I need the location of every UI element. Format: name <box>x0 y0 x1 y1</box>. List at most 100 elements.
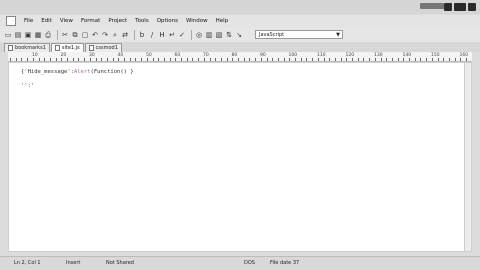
print-icon[interactable]: ⎙ <box>44 31 52 39</box>
menu-edit[interactable]: Edit <box>37 18 56 24</box>
ruler-tick <box>38 58 40 61</box>
status-sharing: Not Shared <box>106 260 134 266</box>
save-all-icon[interactable]: ▦ <box>34 31 42 39</box>
help-icon[interactable]: ↘ <box>235 31 243 39</box>
ruler-tick <box>124 58 125 61</box>
new-file-icon[interactable]: ▭ <box>4 31 12 39</box>
ruler-tick <box>203 58 205 61</box>
word-wrap-icon[interactable]: ↵ <box>168 31 176 39</box>
editor-pane[interactable]: {'Hide_message':Alert(Function() } '':' <box>8 62 472 252</box>
ruler-tick <box>380 58 382 61</box>
tab-bookmarks[interactable]: bookmarks1 <box>4 43 50 52</box>
ruler-tick <box>209 58 211 61</box>
language-select-value: JavaScript <box>259 32 285 38</box>
redo-icon[interactable]: ↷ <box>101 31 109 39</box>
ruler-tick <box>186 58 188 61</box>
ruler-tick <box>181 58 182 61</box>
ruler-tick <box>346 58 348 61</box>
ruler-tick <box>369 58 371 61</box>
ruler-tick <box>391 58 393 61</box>
ruler-tick <box>283 58 285 61</box>
hex-icon[interactable]: H <box>158 31 166 39</box>
document-icon <box>54 45 60 51</box>
ruler-tick <box>112 58 114 61</box>
menu-tools[interactable]: Tools <box>131 18 153 24</box>
ruler-tick <box>243 58 245 61</box>
ruler-tick <box>215 58 217 61</box>
save-icon[interactable]: ▣ <box>24 31 32 39</box>
document-tab-strip: bookmarks1 site1.js cssmod1 <box>0 42 480 52</box>
menu-file[interactable]: File <box>20 18 37 24</box>
ruler-tick <box>363 58 365 61</box>
open-folder-icon[interactable]: ▤ <box>14 31 22 39</box>
ruler-tick <box>329 58 331 61</box>
ruler-tick <box>386 58 388 61</box>
tab-label: cssmod1 <box>95 45 118 51</box>
status-bar: Ln 2, Col 1 Insert Not Shared DOS File d… <box>0 256 480 269</box>
code-line-1: {'Hide_message':Alert(Function() } <box>21 69 134 75</box>
ruler-tick <box>466 58 467 61</box>
ruler-tick <box>44 58 46 61</box>
bold-icon[interactable]: b <box>138 31 146 39</box>
minimize-button[interactable] <box>444 3 452 11</box>
undo-icon[interactable]: ↶ <box>91 31 99 39</box>
menu-bar: File Edit View Format Project Tools Opti… <box>0 15 480 27</box>
ruler-tick <box>397 58 399 61</box>
language-select[interactable]: JavaScript ▼ <box>255 30 343 39</box>
ruler-tick <box>409 58 410 61</box>
ruler-tick <box>15 58 17 61</box>
ruler-tick <box>152 58 154 61</box>
ruler-tick <box>312 58 314 61</box>
ruler-tick <box>374 58 376 61</box>
menu-format[interactable]: Format <box>77 18 104 24</box>
toolbar-separator <box>191 29 192 40</box>
ruler-tick <box>232 58 234 61</box>
menu-options[interactable]: Options <box>153 18 182 24</box>
paste-icon[interactable]: ▢ <box>81 31 89 39</box>
ruler-tick <box>437 58 439 61</box>
replace-icon[interactable]: ⇄ <box>121 31 129 39</box>
ruler-tick <box>55 58 57 61</box>
code-text: {'Hide_message': <box>21 69 74 75</box>
ruler-tick <box>454 58 456 61</box>
ruler-tick <box>357 58 359 61</box>
app-document-icon[interactable] <box>6 16 16 26</box>
macro-icon[interactable]: ▧ <box>215 31 223 39</box>
cut-icon[interactable]: ✂ <box>61 31 69 39</box>
ruler-tick <box>67 58 68 61</box>
browser-icon[interactable]: ◎ <box>195 31 203 39</box>
ruler-tick <box>238 58 239 61</box>
tab-cssmod[interactable]: cssmod1 <box>84 43 122 52</box>
ruler-tick <box>169 58 171 61</box>
ftp-icon[interactable]: ⇅ <box>225 31 233 39</box>
maximize-button[interactable] <box>454 3 466 11</box>
ruler-tick <box>192 58 194 61</box>
close-button[interactable] <box>468 3 476 11</box>
menu-view[interactable]: View <box>56 18 77 24</box>
ruler-tick <box>89 58 91 61</box>
toolbar-separator <box>57 29 58 40</box>
menu-window[interactable]: Window <box>182 18 212 24</box>
italic-icon[interactable]: / <box>148 31 156 39</box>
spellcheck-icon[interactable]: ✓ <box>178 31 186 39</box>
ruler-tick <box>72 58 74 61</box>
find-icon[interactable]: ⌕ <box>111 31 119 39</box>
code-function-name: Alert <box>73 69 91 75</box>
column-icon[interactable]: ▥ <box>205 31 213 39</box>
vertical-scrollbar[interactable] <box>464 63 471 251</box>
status-line-endings: DOS <box>244 260 255 266</box>
ruler-tick <box>266 58 268 61</box>
code-text: (Function() } <box>90 69 134 75</box>
ruler-tick <box>306 58 308 61</box>
ruler-tick <box>106 58 108 61</box>
ruler-tick <box>163 58 165 61</box>
ruler-tick <box>10 58 11 61</box>
main-toolbar: ▭ ▤ ▣ ▦ ⎙ ✂ ⧉ ▢ ↶ ↷ ⌕ ⇄ b / H ↵ ✓ ◎ ▥ ▧ … <box>0 27 480 42</box>
menu-help[interactable]: Help <box>212 18 233 24</box>
tab-site-js[interactable]: site1.js <box>50 43 84 52</box>
menu-project[interactable]: Project <box>104 18 131 24</box>
status-insert-mode: Insert <box>66 260 81 266</box>
ruler-tick <box>260 58 262 61</box>
copy-icon[interactable]: ⧉ <box>71 31 79 39</box>
code-line-2: '':' <box>21 83 34 89</box>
